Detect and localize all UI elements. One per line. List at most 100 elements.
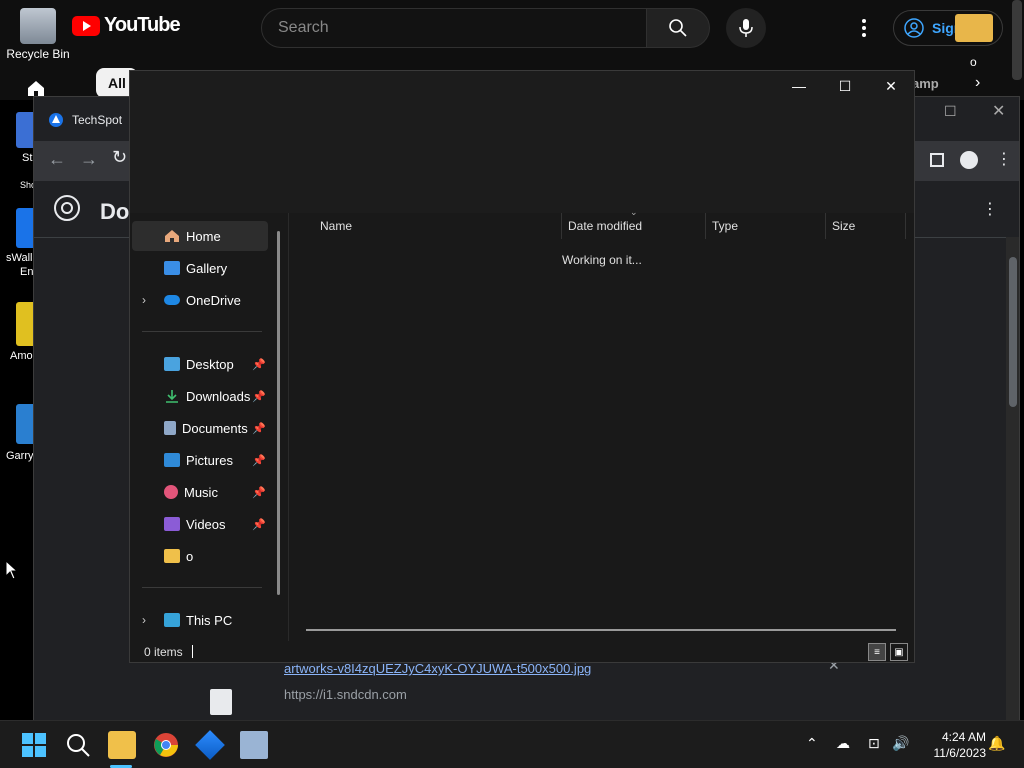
computer-icon (164, 613, 180, 627)
pin-icon[interactable]: 📌 (252, 486, 266, 499)
pin-icon[interactable]: 📌 (252, 518, 266, 531)
nav-scrollbar[interactable] (277, 231, 280, 595)
app-taskbar-icon[interactable] (195, 730, 225, 760)
pictures-icon (164, 453, 180, 467)
chevron-right-icon[interactable]: › (975, 74, 980, 92)
downloads-menu-icon[interactable]: ⋮ (982, 199, 998, 219)
pin-icon[interactable]: 📌 (252, 390, 266, 403)
pin-icon[interactable]: 📌 (252, 454, 266, 467)
nav-item-pictures[interactable]: Pictures 📌 (132, 445, 268, 475)
maximize-button[interactable]: ☐ (822, 71, 868, 101)
nav-item-gallery[interactable]: Gallery (132, 253, 268, 283)
chrome-maximize-icon[interactable]: ☐ (944, 103, 957, 120)
chrome-scrollbar[interactable] (1006, 237, 1019, 721)
page-scrollbar[interactable] (1012, 0, 1022, 80)
microphone-icon (739, 19, 753, 37)
pin-icon[interactable]: 📌 (252, 422, 266, 435)
more-options-icon[interactable] (856, 16, 872, 40)
nav-item-documents[interactable]: Documents 📌 (132, 413, 268, 443)
recycle-bin-icon (20, 8, 56, 44)
folder-icon (164, 549, 180, 563)
network-icon[interactable]: ⊡ (868, 735, 880, 752)
search-icon (669, 19, 687, 37)
onedrive-tray-icon[interactable]: ☁ (836, 735, 850, 752)
download-source-url: https://i1.sndcdn.com (284, 687, 407, 702)
chrome-taskbar-icon[interactable] (152, 731, 180, 759)
chevron-up-icon[interactable]: ⌃ (806, 735, 818, 752)
column-type[interactable]: Type (706, 213, 826, 239)
status-bar: 0 items ≡ ▣ (130, 641, 914, 663)
profile-icon[interactable] (960, 151, 978, 169)
account-icon (904, 18, 924, 38)
chip-partial[interactable]: amp (912, 76, 939, 91)
home-icon (26, 78, 46, 98)
nav-item-onedrive[interactable]: › OneDrive (132, 285, 268, 315)
desktop-label: Amo (10, 350, 33, 362)
chrome-menu-icon[interactable]: ⋮ (996, 149, 1012, 169)
gallery-icon (164, 261, 180, 275)
youtube-logo[interactable]: YouTube (72, 14, 181, 37)
music-icon (164, 485, 178, 499)
status-separator (192, 645, 193, 658)
file-explorer-taskbar-icon[interactable] (108, 731, 136, 759)
nav-item-videos[interactable]: Videos 📌 (132, 509, 268, 539)
navigation-pane: Home Gallery › OneDrive Desktop 📌 Downlo… (132, 213, 290, 641)
nav-item-downloads[interactable]: Downloads 📌 (132, 381, 268, 411)
mouse-cursor-icon (5, 560, 19, 580)
chrome-logo-icon (54, 195, 80, 221)
start-icon[interactable] (20, 731, 48, 759)
download-icon (166, 390, 178, 403)
details-view-icon[interactable]: ≡ (868, 643, 886, 661)
cloud-icon (164, 295, 180, 305)
desktop-label: Garry (6, 450, 34, 462)
recycle-bin-shortcut[interactable]: Recycle Bin (0, 8, 76, 61)
photos-taskbar-icon[interactable] (240, 731, 268, 759)
desktop-label: En (20, 266, 34, 278)
explorer-titlebar: — ☐ ✕ (130, 71, 914, 213)
loading-status: Working on it... (562, 253, 642, 267)
sort-chevron-icon: ⌄ (630, 207, 638, 217)
voice-search-button[interactable] (726, 8, 766, 48)
column-header: Name Date modified Type Size ⌄ (290, 207, 910, 239)
nav-item-this-pc[interactable]: › This PC (132, 605, 268, 635)
column-name[interactable]: Name (314, 213, 562, 239)
chevron-right-icon[interactable]: › (142, 613, 146, 627)
nav-item-home[interactable]: Home (132, 221, 268, 251)
tiles-view-icon[interactable]: ▣ (890, 643, 908, 661)
corner-label: o (970, 55, 977, 69)
youtube-search-button[interactable] (646, 8, 710, 48)
image-file-icon (210, 689, 232, 715)
clock[interactable]: 4:24 AM 11/6/2023 (934, 729, 987, 761)
youtube-play-icon (72, 15, 100, 36)
youtube-search-input[interactable]: Search (261, 8, 647, 48)
desktop-label: sWall (6, 252, 33, 264)
chevron-right-icon[interactable]: › (142, 293, 146, 307)
pin-icon[interactable]: 📌 (252, 358, 266, 371)
nav-item-folder-o[interactable]: o (132, 541, 268, 571)
nav-item-music[interactable]: Music 📌 (132, 477, 268, 507)
minimize-button[interactable]: — (776, 71, 822, 101)
close-button[interactable]: ✕ (868, 71, 914, 101)
youtube-logo-text: YouTube (104, 14, 181, 36)
folder-icon (955, 14, 993, 42)
column-size[interactable]: Size (826, 213, 906, 239)
item-count: 0 items (144, 645, 183, 659)
chrome-close-icon[interactable]: ✕ (992, 101, 1005, 121)
chrome-tab[interactable]: TechSpot (48, 105, 122, 135)
document-icon (164, 421, 176, 435)
file-explorer-window: — ☐ ✕ Home Gallery › OneDrive Desktop 📌 … (129, 70, 915, 663)
download-file-link[interactable]: artworks-v8I4zqUEZJyC4xyK-OYJUWA-t500x50… (284, 661, 591, 676)
search-icon[interactable] (64, 731, 92, 759)
reload-icon[interactable]: ↻ (112, 147, 127, 168)
nav-item-desktop[interactable]: Desktop 📌 (132, 349, 268, 379)
horizontal-scrollbar[interactable] (306, 629, 896, 631)
pane-divider[interactable] (288, 213, 289, 641)
volume-icon[interactable]: 🔊 (892, 735, 909, 752)
notification-bell-icon[interactable]: 🔔 (988, 735, 1005, 752)
downloads-title: Do (100, 199, 130, 224)
back-icon[interactable]: ← (48, 149, 66, 170)
sidepanel-icon[interactable] (930, 153, 944, 167)
nav-separator (142, 331, 262, 332)
forward-icon[interactable]: → (80, 149, 98, 170)
desktop-icon (164, 357, 180, 371)
